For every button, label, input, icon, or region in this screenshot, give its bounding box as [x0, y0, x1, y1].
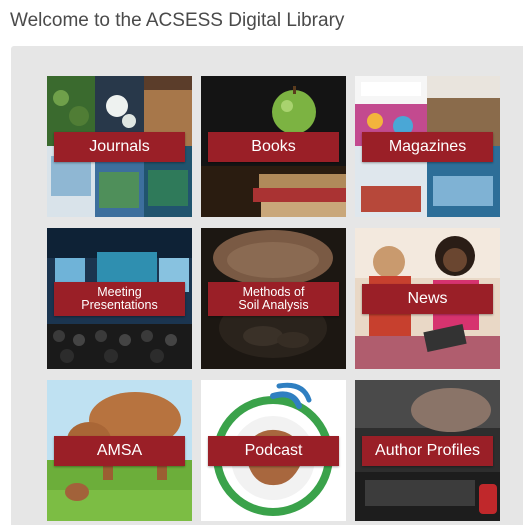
tile-podcast[interactable]: Podcast	[201, 380, 346, 521]
tile-meeting-presentations[interactable]: Meeting Presentations	[47, 228, 192, 369]
tile-methods-of-soil-analysis[interactable]: Methods of Soil Analysis	[201, 228, 346, 369]
tile-magazines[interactable]: Magazines	[355, 76, 500, 217]
tile-label: Magazines	[362, 132, 493, 162]
tile-news[interactable]: News	[355, 228, 500, 369]
tile-label: Meeting Presentations	[54, 282, 185, 316]
tile-label: Podcast	[208, 436, 339, 466]
tile-label: Author Profiles	[362, 436, 493, 466]
tile-label: AMSA	[54, 436, 185, 466]
tile-journals[interactable]: Journals	[47, 76, 192, 217]
library-grid-panel: Journals Books Magazines Meeting Present…	[11, 46, 523, 525]
tile-label: Journals	[54, 132, 185, 162]
tile-books[interactable]: Books	[201, 76, 346, 217]
tile-amsa[interactable]: AMSA	[47, 380, 192, 521]
tile-label: Books	[208, 132, 339, 162]
tile-label: Methods of Soil Analysis	[208, 282, 339, 316]
tile-author-profiles[interactable]: Author Profiles	[355, 380, 500, 521]
tile-label: News	[362, 284, 493, 314]
page-title: Welcome to the ACSESS Digital Library	[10, 10, 345, 31]
